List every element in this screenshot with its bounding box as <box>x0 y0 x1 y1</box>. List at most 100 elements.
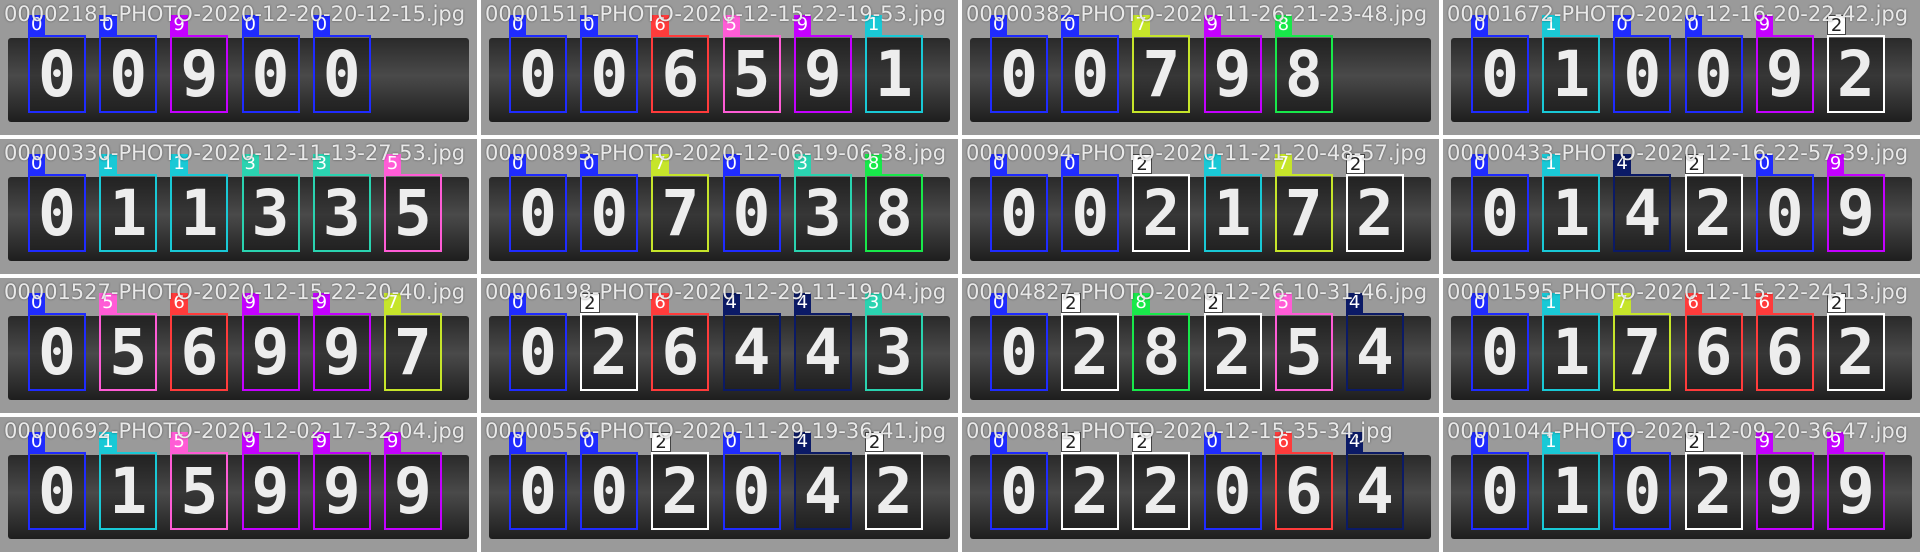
detection-box: 0 <box>509 154 567 253</box>
detection-box: 0 <box>990 432 1048 531</box>
detection-box: 9 <box>383 432 442 531</box>
detection-box: 4 <box>793 432 852 531</box>
detection-tile: 00004827-PHOTO-2020-12-26-10-31-46.jpg 0 0… <box>962 278 1439 413</box>
detection-tile: 00001672-PHOTO-2020-12-16-20-22-42.jpg 0 0… <box>1443 0 1920 135</box>
detection-box: 3 <box>241 154 300 253</box>
detection-box: 2 <box>1132 432 1191 531</box>
detection-box: 2 <box>580 293 639 392</box>
detection-tile: 00002181-PHOTO-2020-12-20-20-12-15.jpg 0 0… <box>0 0 477 135</box>
detection-box: 5 <box>1274 293 1333 392</box>
detection-box: 0 <box>1471 15 1529 114</box>
detection-box: 0 <box>241 15 300 114</box>
detection-box: 9 <box>793 15 852 114</box>
detection-box: 2 <box>1345 154 1404 253</box>
detection-box: 7 <box>651 154 710 253</box>
detection-box: 1 <box>99 432 158 531</box>
detection-tile: 00006198-PHOTO-2020-12-29-11-19-04.jpg 0 0… <box>481 278 958 413</box>
detection-box: 9 <box>312 293 371 392</box>
detection-box: 0 <box>1203 432 1262 531</box>
detection-tile: 00000382-PHOTO-2020-11-26-21-23-48.jpg 0 0… <box>962 0 1439 135</box>
detection-box: 0 <box>990 15 1048 114</box>
detection-box: 5 <box>170 432 229 531</box>
detection-mosaic: 00002181-PHOTO-2020-12-20-20-12-15.jpg 0 0… <box>0 0 1920 552</box>
detection-box: 1 <box>99 154 158 253</box>
detection-box: 9 <box>1755 15 1814 114</box>
detection-box: 0 <box>1061 154 1120 253</box>
detection-box: 4 <box>1613 154 1672 253</box>
detection-box: 0 <box>509 15 567 114</box>
detection-box: 2 <box>1203 293 1262 392</box>
detection-tile: 00000330-PHOTO-2020-12-11-13-27-53.jpg 0 0… <box>0 139 477 274</box>
detection-box: 3 <box>793 154 852 253</box>
detection-box: 5 <box>99 293 158 392</box>
detection-box: 1 <box>170 154 229 253</box>
detection-box: 6 <box>1274 432 1333 531</box>
detection-box: 1 <box>864 15 923 114</box>
detection-tile: 00001595-PHOTO-2020-12-15-22-24-13.jpg 0 0… <box>1443 278 1920 413</box>
detection-tile: 00001527-PHOTO-2020-12-15-22-20-40.jpg 0 0… <box>0 278 477 413</box>
image-filename: 00000433-PHOTO-2020-12-16-22-57-39.jpg <box>1447 141 1909 165</box>
image-filename: 00006198-PHOTO-2020-12-29-11-19-04.jpg <box>485 280 947 304</box>
detection-box: 4 <box>1345 432 1404 531</box>
detection-box: 1 <box>1203 154 1262 253</box>
detection-box: 7 <box>383 293 442 392</box>
detection-box: 2 <box>864 432 923 531</box>
detection-box: 9 <box>170 15 229 114</box>
detection-box: 0 <box>1471 154 1529 253</box>
detection-box: 0 <box>1061 15 1120 114</box>
detection-box: 0 <box>28 154 86 253</box>
detection-box: 9 <box>312 432 371 531</box>
image-filename: 00000893-PHOTO-2020-12-06-19-06-38.jpg <box>485 141 947 165</box>
image-filename: 00000881-PHOTO-2020-12-15-35-34.jpg <box>966 419 1393 443</box>
detection-box: 0 <box>580 154 639 253</box>
detection-box: 0 <box>509 432 567 531</box>
detection-box: 1 <box>1542 293 1601 392</box>
detection-box: 1 <box>1542 154 1601 253</box>
detection-box: 7 <box>1613 293 1672 392</box>
detection-box: 0 <box>28 432 86 531</box>
detection-box: 4 <box>722 293 781 392</box>
image-filename: 00000094-PHOTO-2020-11-21-20-48-57.jpg <box>966 141 1428 165</box>
detection-tile: 00000556-PHOTO-2020-11-29-19-36-41.jpg 0 0… <box>481 417 958 552</box>
image-filename: 00001044-PHOTO-2020-12-09-20-36-47.jpg <box>1447 419 1909 443</box>
image-filename: 00001511-PHOTO-2020-12-15-22-19-53.jpg <box>485 2 947 26</box>
detection-box: 7 <box>1132 15 1191 114</box>
detection-box: 5 <box>383 154 442 253</box>
detection-box: 9 <box>1755 432 1814 531</box>
detection-box: 1 <box>1542 15 1601 114</box>
detection-box: 0 <box>99 15 158 114</box>
detection-box: 0 <box>580 432 639 531</box>
detection-box: 0 <box>990 154 1048 253</box>
detection-box: 2 <box>1826 15 1885 114</box>
image-filename: 00001527-PHOTO-2020-12-15-22-20-40.jpg <box>4 280 466 304</box>
detection-tile: 00000094-PHOTO-2020-11-21-20-48-57.jpg 0 0… <box>962 139 1439 274</box>
detection-box: 6 <box>651 15 710 114</box>
detection-box: 1 <box>1542 432 1601 531</box>
detection-box: 9 <box>1826 154 1885 253</box>
detection-tile: 00000433-PHOTO-2020-12-16-22-57-39.jpg 0 0… <box>1443 139 1920 274</box>
detection-box: 0 <box>1613 15 1672 114</box>
image-filename: 00000382-PHOTO-2020-11-26-21-23-48.jpg <box>966 2 1428 26</box>
detection-box: 8 <box>864 154 923 253</box>
detection-box: 0 <box>28 293 86 392</box>
detection-box: 0 <box>28 15 86 114</box>
detection-box: 6 <box>170 293 229 392</box>
detection-box: 6 <box>651 293 710 392</box>
detection-box: 9 <box>241 432 300 531</box>
detection-box: 0 <box>1471 293 1529 392</box>
detection-box: 6 <box>1684 293 1743 392</box>
detection-box: 3 <box>312 154 371 253</box>
image-filename: 00000692-PHOTO-2020-12-02-17-32-04.jpg <box>4 419 466 443</box>
image-filename: 00001672-PHOTO-2020-12-16-20-22-42.jpg <box>1447 2 1909 26</box>
image-filename: 00000556-PHOTO-2020-11-29-19-36-41.jpg <box>485 419 947 443</box>
detection-box: 0 <box>722 432 781 531</box>
detection-box: 0 <box>312 15 371 114</box>
detection-tile: 00000881-PHOTO-2020-12-15-35-34.jpg 0 0 2 2 2… <box>962 417 1439 552</box>
detection-box: 3 <box>864 293 923 392</box>
detection-tile: 00001511-PHOTO-2020-12-15-22-19-53.jpg 0 0… <box>481 0 958 135</box>
image-filename: 00004827-PHOTO-2020-12-26-10-31-46.jpg <box>966 280 1428 304</box>
image-filename: 00002181-PHOTO-2020-12-20-20-12-15.jpg <box>4 2 466 26</box>
detection-box: 2 <box>1132 154 1191 253</box>
detection-box: 2 <box>1684 432 1743 531</box>
detection-box: 2 <box>1684 154 1743 253</box>
